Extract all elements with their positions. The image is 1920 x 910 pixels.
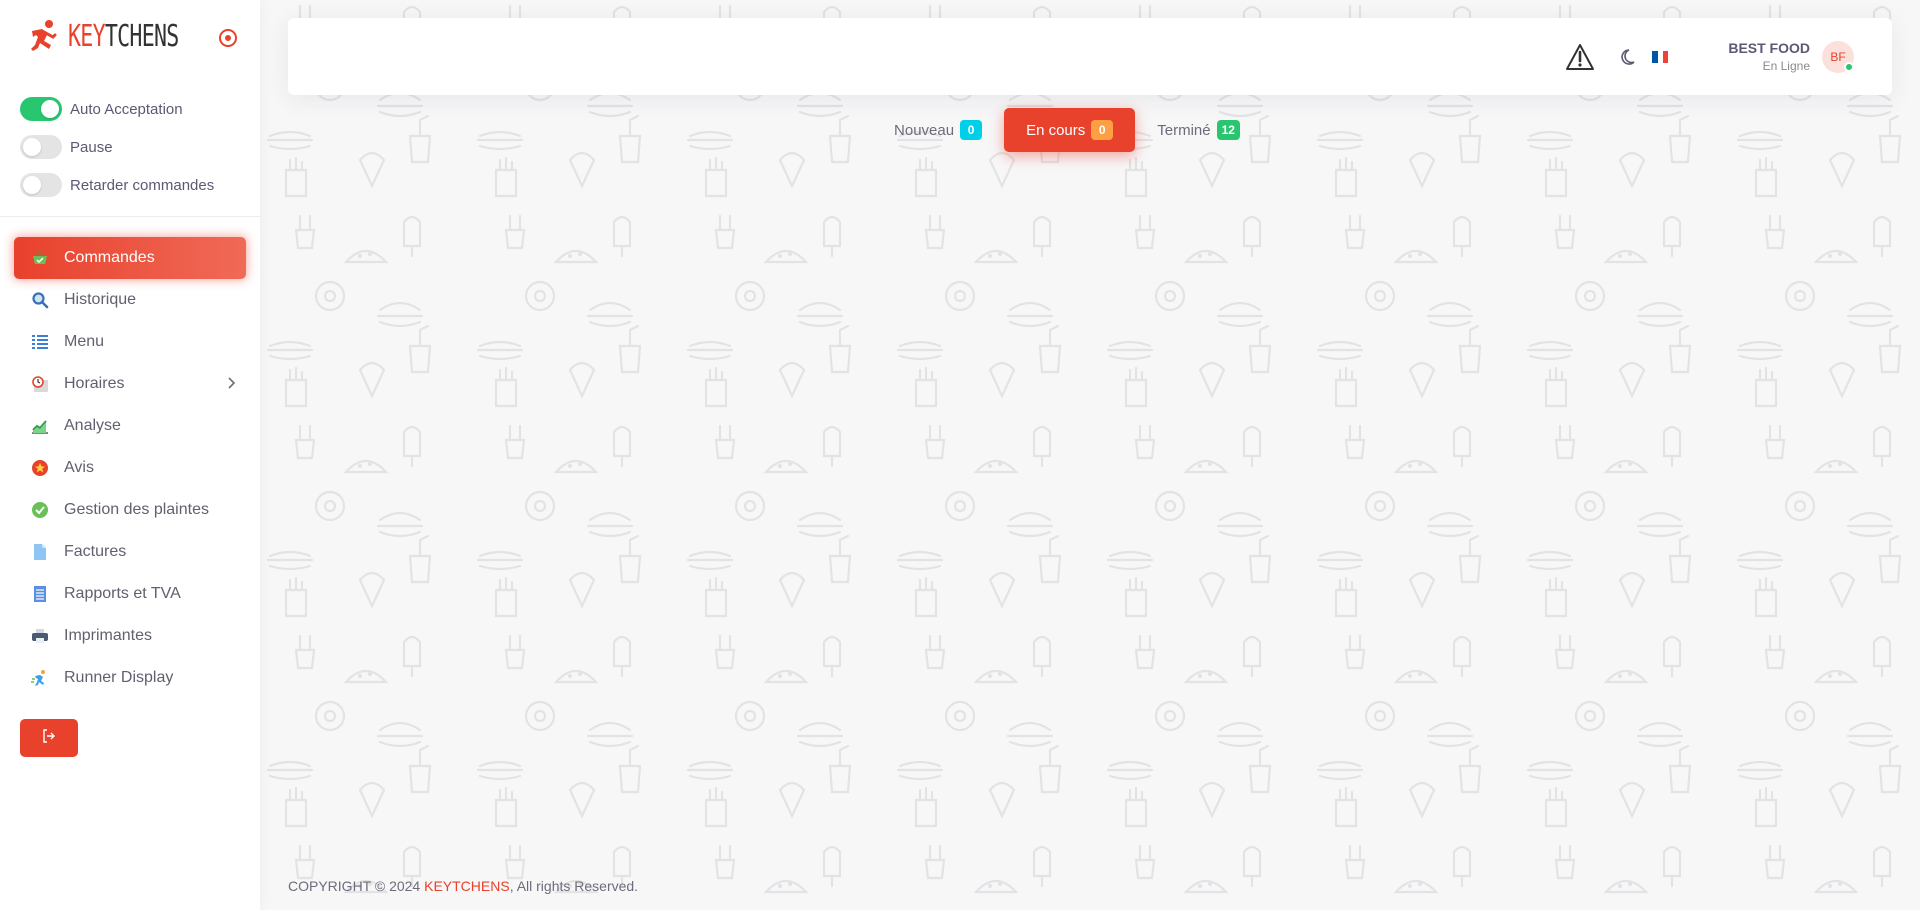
sidebar-item-imprimantes[interactable]: Imprimantes <box>14 615 246 657</box>
copyright-prefix: COPYRIGHT © 2024 <box>288 878 425 894</box>
user-status: En Ligne <box>1762 59 1810 73</box>
sidebar-item-factures[interactable]: Factures <box>14 531 246 573</box>
report-icon <box>30 584 50 604</box>
tab-count-badge: 0 <box>960 120 983 140</box>
sidebar: KEYTCHENS Auto Acceptation Pause Retarde… <box>0 0 260 910</box>
tab-termine[interactable]: Terminé 12 <box>1135 108 1262 152</box>
runner-logo-icon <box>22 16 62 56</box>
footer: COPYRIGHT © 2024 KEYTCHENS, All rights R… <box>288 878 638 894</box>
tab-count-badge: 0 <box>1091 120 1114 140</box>
tab-label: En cours <box>1026 121 1086 139</box>
navbar-actions: BEST FOOD En Ligne BF <box>1564 18 1892 95</box>
sidebar-item-commandes[interactable]: Commandes <box>14 237 246 279</box>
list-icon <box>30 332 50 352</box>
sidebar-item-gestion-des-plaintes[interactable]: Gestion des plaintes <box>14 489 246 531</box>
brand[interactable]: KEYTCHENS <box>0 0 260 72</box>
tab-count-badge: 12 <box>1216 120 1240 140</box>
french-flag-icon[interactable] <box>1652 50 1669 63</box>
toggle-pause[interactable]: Pause <box>20 128 240 166</box>
document-icon <box>30 542 50 562</box>
retarder-commandes-switch[interactable] <box>20 173 62 197</box>
sidebar-item-runner-display[interactable]: Runner Display <box>14 657 246 699</box>
logout-button[interactable] <box>20 719 78 757</box>
avatar[interactable]: BF <box>1822 40 1854 73</box>
toggle-label: Pause <box>70 138 113 156</box>
toggle-label: Retarder commandes <box>70 176 215 194</box>
sidebar-item-label: Gestion des plaintes <box>64 501 209 518</box>
top-navbar: BEST FOOD En Ligne BF <box>288 18 1892 95</box>
sidebar-item-analyse[interactable]: Analyse <box>14 405 246 447</box>
sidebar-item-horaires[interactable]: Horaires <box>14 363 246 405</box>
runner-icon <box>30 668 50 688</box>
sidebar-item-label: Avis <box>64 459 94 476</box>
user-name: BEST FOOD <box>1728 40 1810 56</box>
alert-triangle-icon[interactable] <box>1564 41 1596 73</box>
footer-brand-link[interactable]: KEYTCHENS <box>424 878 510 894</box>
tab-label: Nouveau <box>894 121 955 139</box>
sidebar-item-label: Runner Display <box>64 669 174 686</box>
chevron-right-icon <box>226 376 236 395</box>
sidebar-item-label: Commandes <box>64 249 155 266</box>
clock-icon <box>30 374 50 394</box>
toggle-auto-acceptation[interactable]: Auto Acceptation <box>20 90 240 128</box>
sidebar-item-label: Analyse <box>64 417 121 434</box>
check-circle-icon <box>30 500 50 520</box>
sidebar-item-label: Imprimantes <box>64 627 153 644</box>
pause-switch[interactable] <box>20 135 62 159</box>
tab-nouveau[interactable]: Nouveau 0 <box>872 108 1004 152</box>
chart-icon <box>30 416 50 436</box>
main-menu: Commandes Historique Menu Horaires Analy… <box>0 217 260 757</box>
avatar-initials: BF <box>1830 49 1846 64</box>
collapse-toggle-icon[interactable] <box>216 26 240 50</box>
order-status-tabs: Nouveau 0 En cours 0 Terminé 12 <box>260 108 1920 152</box>
sidebar-item-label: Horaires <box>64 375 125 392</box>
online-status-dot <box>1844 61 1854 72</box>
printer-icon <box>30 626 50 646</box>
sidebar-item-rapports-et-tva[interactable]: Rapports et TVA <box>14 573 246 615</box>
sidebar-item-label: Rapports et TVA <box>64 585 181 602</box>
sidebar-item-label: Menu <box>64 333 105 350</box>
search-icon <box>30 290 50 310</box>
logout-icon <box>42 728 56 748</box>
toggle-label: Auto Acceptation <box>70 100 183 118</box>
shopping-basket-icon <box>30 248 50 268</box>
sidebar-item-label: Historique <box>64 291 137 308</box>
user-info[interactable]: BEST FOOD En Ligne <box>1728 40 1810 73</box>
sidebar-item-avis[interactable]: Avis <box>14 447 246 489</box>
main-content: BEST FOOD En Ligne BF Nouveau 0 En cours… <box>260 0 1920 910</box>
toggle-retarder-commandes[interactable]: Retarder commandes <box>20 166 240 204</box>
tab-en-cours[interactable]: En cours 0 <box>1004 108 1136 152</box>
copyright-suffix: , All rights Reserved. <box>509 878 639 894</box>
sidebar-item-menu[interactable]: Menu <box>14 321 246 363</box>
moon-icon[interactable] <box>1620 47 1640 67</box>
quick-toggles: Auto Acceptation Pause Retarder commande… <box>0 72 260 217</box>
star-icon <box>30 458 50 478</box>
sidebar-item-historique[interactable]: Historique <box>14 279 246 321</box>
brand-name: KEYTCHENS <box>68 18 179 54</box>
sidebar-item-label: Factures <box>64 543 127 560</box>
auto-acceptation-switch[interactable] <box>20 97 62 121</box>
tab-label: Terminé <box>1157 121 1211 139</box>
